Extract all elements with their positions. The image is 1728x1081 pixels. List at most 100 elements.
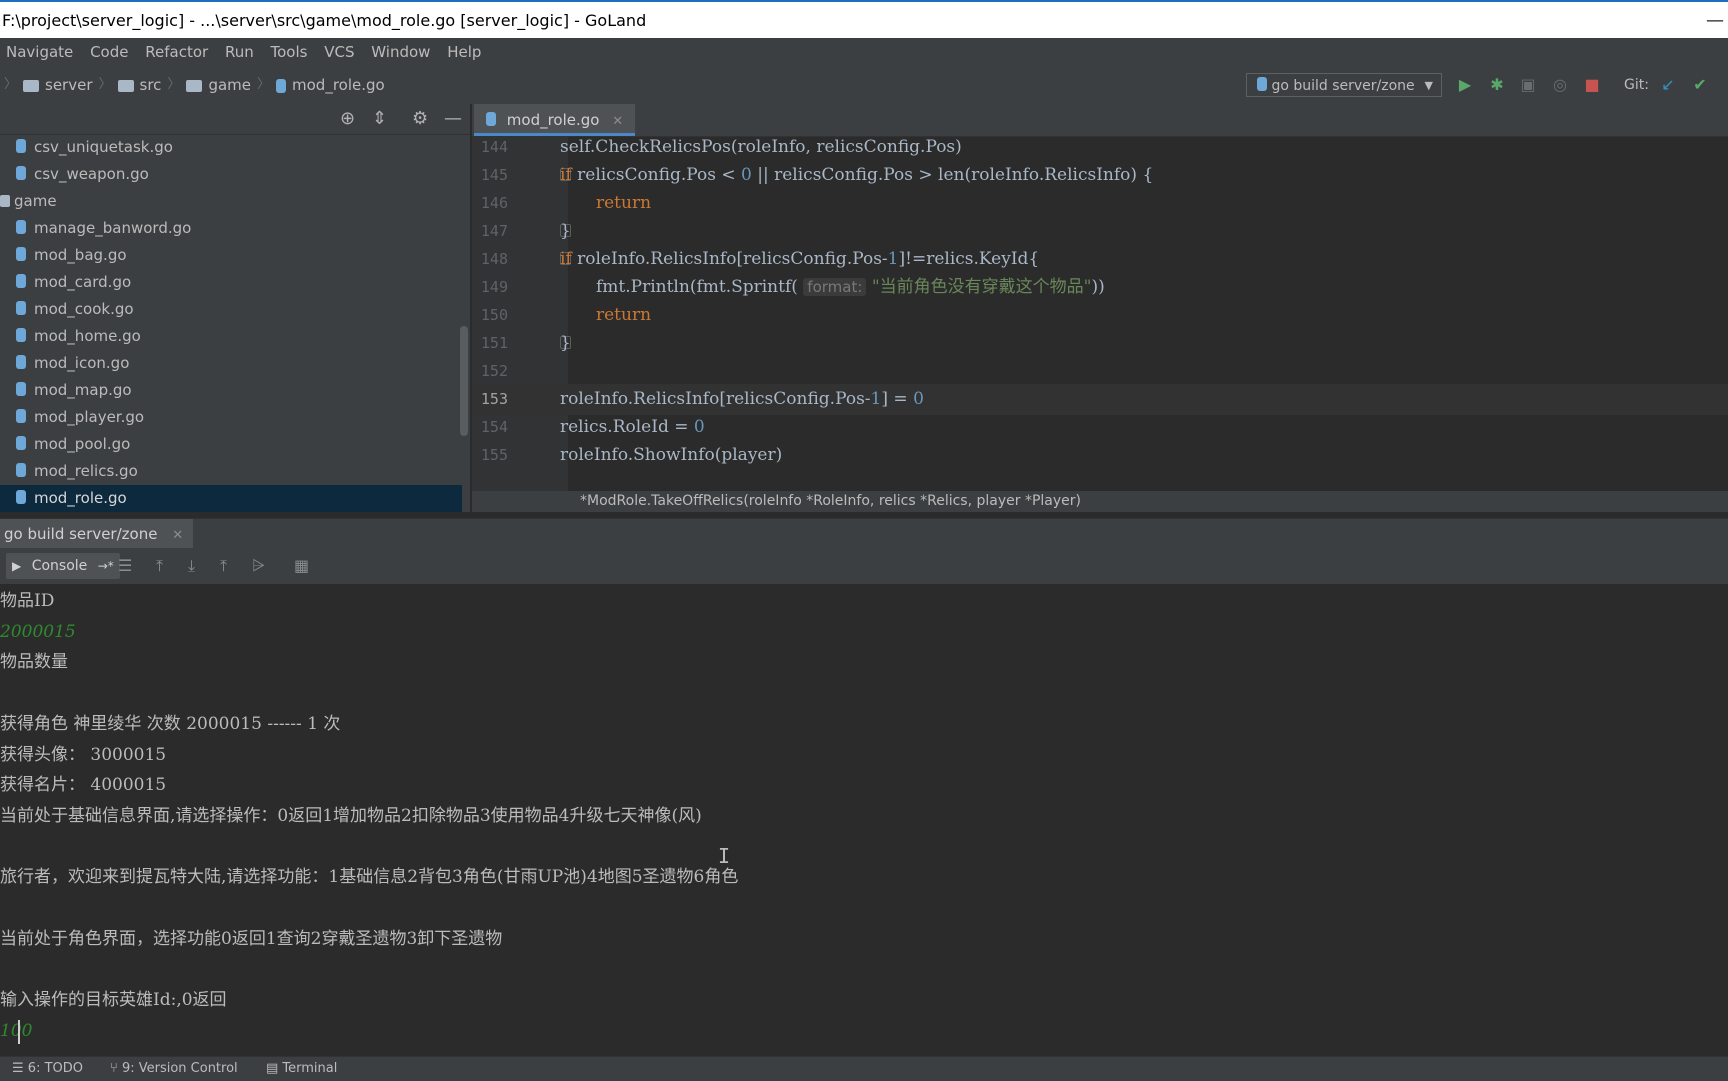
- window-titlebar: F:\project\server_logic] - ...\server\sr…: [0, 0, 1728, 38]
- code-line[interactable]: 149 fmt.Println(fmt.Sprintf( format: "当前角…: [472, 272, 1728, 303]
- download-icon[interactable]: ⤓: [188, 556, 195, 576]
- run-tab-label: go build server/zone: [4, 525, 158, 543]
- code-text: }: [560, 333, 571, 353]
- stop-icon[interactable]: ■: [1582, 75, 1602, 95]
- code-line[interactable]: 147}: [472, 216, 1728, 247]
- profile-icon[interactable]: ◎: [1550, 75, 1570, 95]
- console-output-line: 旅行者，欢迎来到提瓦特大陆,请选择功能：1基础信息2背包3角色(甘雨UP池)4地…: [0, 867, 739, 888]
- code-line[interactable]: 146 return: [472, 188, 1728, 219]
- function-signature[interactable]: *ModRole.TakeOffRelics(roleInfo *RoleInf…: [580, 491, 1081, 512]
- code-text: roleInfo.ShowInfo(player): [560, 445, 783, 465]
- menu-navigate[interactable]: Navigate: [6, 38, 73, 66]
- menu-run[interactable]: Run: [225, 38, 254, 66]
- console-output-line: 当前处于基础信息界面,请选择操作：0返回1增加物品2扣除物品3使用物品4升级七天…: [0, 805, 702, 826]
- console-output[interactable]: 物品ID 2000015 物品数量 获得角色 神里绫华 次数 2000015 ----…: [0, 584, 1728, 1056]
- menu-window[interactable]: Window: [371, 38, 430, 66]
- tree-folder[interactable]: game: [0, 188, 462, 215]
- restore-layout-icon[interactable]: ⤒: [156, 556, 163, 576]
- go-file-icon: [16, 301, 26, 315]
- code-line[interactable]: 155 roleInfo.ShowInfo(player): [472, 440, 1728, 471]
- code-line[interactable]: 153 roleInfo.RelicsInfo[relicsConfig.Pos-…: [472, 384, 1728, 415]
- tree-file[interactable]: manage_banword.go: [0, 215, 462, 242]
- breadcrumb-game[interactable]: game: [208, 66, 251, 104]
- close-icon[interactable]: ✕: [172, 528, 183, 543]
- upload-icon[interactable]: ⤒: [220, 556, 227, 576]
- code-line[interactable]: 148 if roleInfo.RelicsInfo[relicsConfig.P…: [472, 244, 1728, 275]
- menu-help[interactable]: Help: [447, 38, 481, 66]
- console-tab[interactable]: ▶ Console →*: [6, 553, 120, 579]
- code-line[interactable]: 152: [472, 356, 1728, 387]
- go-file-icon: [16, 436, 26, 450]
- vcs-update-icon[interactable]: ↙: [1658, 75, 1678, 95]
- minimize-button[interactable]: —: [1706, 2, 1724, 40]
- tree-file[interactable]: mod_home.go: [0, 323, 462, 350]
- code-line[interactable]: 144 self.CheckRelicsPos(roleInfo, relicsC…: [472, 136, 1728, 163]
- tree-file[interactable]: csv_weapon.go: [0, 161, 462, 188]
- line-number: 146: [480, 194, 508, 212]
- line-number: 153: [480, 390, 508, 408]
- tree-file[interactable]: mod_card.go: [0, 269, 462, 296]
- chevron-right-icon: 〉: [167, 77, 181, 92]
- tree-item-label: manage_banword.go: [34, 219, 192, 237]
- tree-item-label: mod_icon.go: [34, 354, 130, 372]
- navigation-bar: 〉 server 〉 src 〉 game 〉 mod_role.go go b…: [0, 66, 1728, 105]
- tree-file[interactable]: mod_player.go: [0, 404, 462, 431]
- console-input-line: 100: [0, 1020, 33, 1041]
- project-panel-header: ⊕ ⇕ ⚙ —: [0, 104, 470, 135]
- console-output-line: 获得角色 神里绫华 次数 2000015 ------ 1 次: [0, 713, 341, 734]
- version-control-tool[interactable]: ⑂ 9: Version Control: [110, 1057, 238, 1081]
- tree-file[interactable]: mod_cook.go: [0, 296, 462, 323]
- pin-icon: →*: [97, 559, 114, 573]
- project-scrollbar[interactable]: [460, 326, 468, 436]
- tab-mod-role[interactable]: mod_role.go ✕: [474, 104, 636, 136]
- tree-item-label: game: [14, 192, 57, 210]
- tree-file[interactable]: mod_bag.go: [0, 242, 462, 269]
- console-output-line: 获得头像： 3000015: [0, 744, 167, 765]
- tree-item-label: csv_uniquetask.go: [34, 138, 173, 156]
- chevron-down-icon: ▼: [1424, 79, 1433, 92]
- code-line[interactable]: 154 relics.RoleId = 0: [472, 412, 1728, 443]
- code-line[interactable]: 151}: [472, 328, 1728, 359]
- vcs-commit-icon[interactable]: ✔: [1690, 75, 1710, 95]
- menu-tools[interactable]: Tools: [271, 38, 308, 66]
- run-tab[interactable]: go build server/zone ✕: [0, 519, 194, 549]
- gear-icon[interactable]: ⚙: [412, 108, 428, 130]
- status-bar: ☰ 6: TODO ⑂ 9: Version Control ▤ Termina…: [0, 1056, 1728, 1081]
- hide-icon[interactable]: —: [444, 108, 462, 130]
- chevron-right-icon: 〉: [98, 77, 112, 92]
- code-line[interactable]: 150 return: [472, 300, 1728, 331]
- code-text: return: [596, 305, 652, 325]
- debug-icon[interactable]: ✱: [1487, 75, 1507, 95]
- locate-icon[interactable]: ⊕: [340, 108, 355, 130]
- coverage-icon[interactable]: ▣: [1518, 75, 1538, 95]
- table-icon[interactable]: ▦: [294, 556, 309, 576]
- breadcrumb-server[interactable]: server: [45, 66, 92, 104]
- editor: mod_role.go ✕ 144 self.CheckRelicsPos(rol…: [472, 104, 1728, 512]
- tree-file[interactable]: mod_role.go: [0, 485, 462, 512]
- menu-vcs[interactable]: VCS: [324, 38, 354, 66]
- list-icon[interactable]: ☰: [118, 556, 132, 576]
- terminal-tool[interactable]: ▤ Terminal: [266, 1057, 337, 1081]
- tree-file[interactable]: mod_relics.go: [0, 458, 462, 485]
- console-output-line: 获得名片： 4000015: [0, 775, 167, 796]
- project-panel: ⊕ ⇕ ⚙ — csv_uniquetask.go csv_weapon.goga…: [0, 104, 470, 512]
- code-line[interactable]: 145 if relicsConfig.Pos < 0 || relicsConf…: [472, 160, 1728, 191]
- tree-file[interactable]: csv_uniquetask.go: [0, 134, 462, 161]
- tree-file[interactable]: mod_icon.go: [0, 350, 462, 377]
- breadcrumb-file[interactable]: mod_role.go: [292, 66, 385, 104]
- collapse-all-icon[interactable]: ⇕: [372, 108, 387, 130]
- tree-file[interactable]: mod_map.go: [0, 377, 462, 404]
- close-icon[interactable]: ✕: [612, 114, 623, 129]
- menu-refactor[interactable]: Refactor: [145, 38, 208, 66]
- run-icon[interactable]: ▶: [1455, 75, 1475, 95]
- code-area[interactable]: 144 self.CheckRelicsPos(roleInfo, relicsC…: [472, 136, 1728, 491]
- code-text: fmt.Println(fmt.Sprintf( format: "当前角色没有…: [596, 277, 1105, 297]
- filter-icon[interactable]: ⩥: [252, 556, 265, 576]
- menu-code[interactable]: Code: [90, 38, 128, 66]
- go-file-icon: [16, 355, 26, 369]
- line-number: 155: [480, 446, 508, 464]
- tree-file[interactable]: mod_pool.go: [0, 431, 462, 458]
- todo-tool[interactable]: ☰ 6: TODO: [12, 1057, 83, 1081]
- breadcrumb-src[interactable]: src: [140, 66, 162, 104]
- run-configuration-select[interactable]: go build server/zone ▼: [1246, 73, 1442, 97]
